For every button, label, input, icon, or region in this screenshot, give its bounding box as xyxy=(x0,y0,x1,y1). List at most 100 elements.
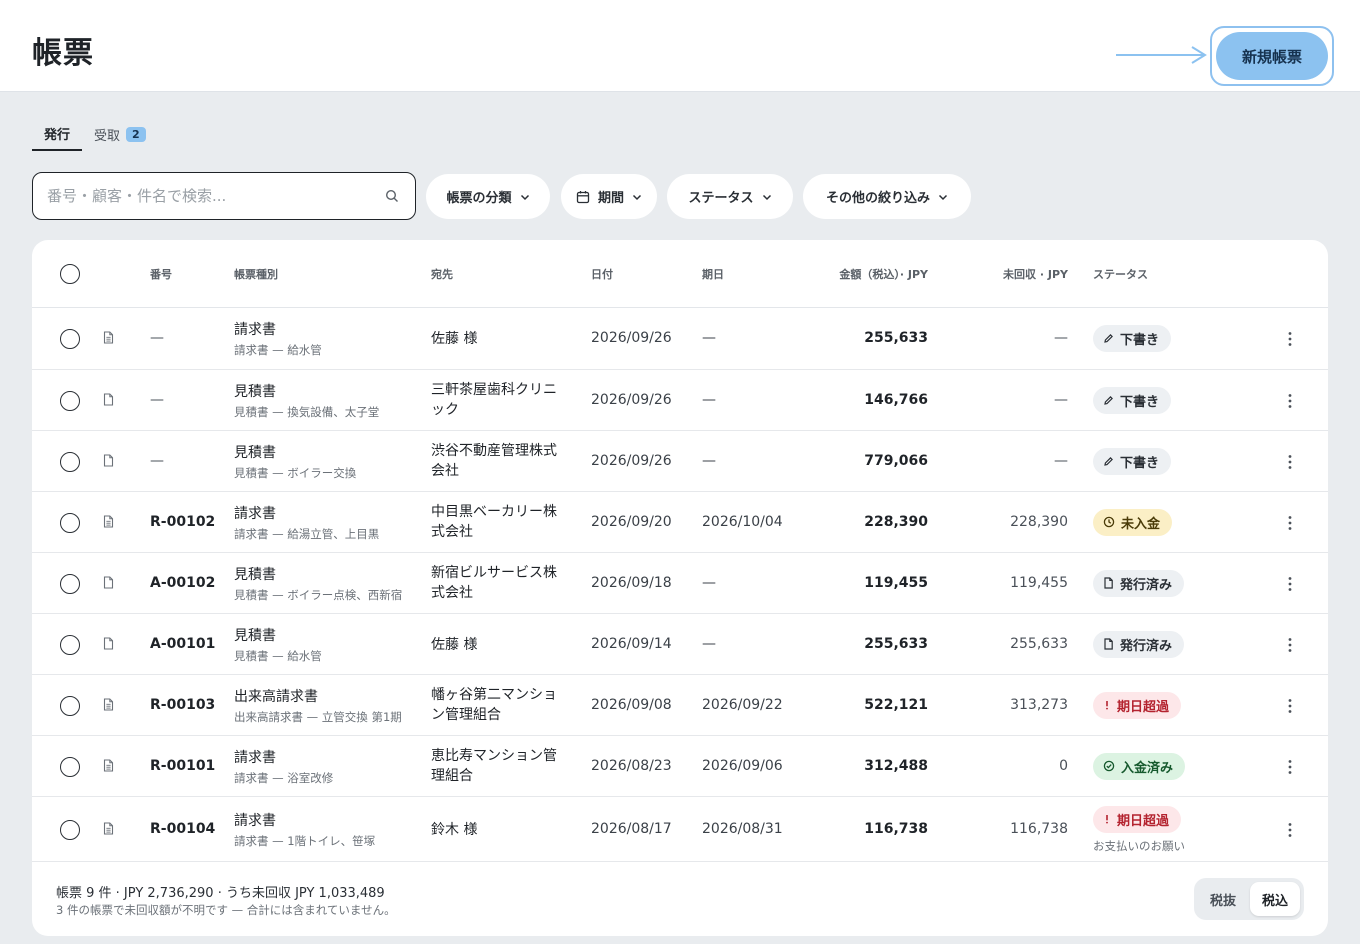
table-row[interactable]: — 請求書 請求書 — 給水管 佐藤 様 2026/09/26 — 255,633 — 下書き xyxy=(32,308,1328,370)
more-options-icon[interactable] xyxy=(1288,759,1292,775)
document-subtitle: 請求書 — 給湯立管、上目黒 xyxy=(234,526,380,541)
search-icon[interactable] xyxy=(385,189,399,203)
more-options-icon[interactable] xyxy=(1288,454,1292,470)
status-label: 発行済み xyxy=(1120,577,1173,593)
table-row[interactable]: — 見積書 見積書 — 換気設備、太子堂 三軒茶屋歯科クリニック 2026/09/26 —… xyxy=(32,370,1328,431)
document-number[interactable]: R-00101 xyxy=(150,758,215,774)
select-all-checkbox[interactable] xyxy=(60,264,80,284)
row-checkbox[interactable] xyxy=(60,634,80,655)
column-recipient[interactable]: 宛先 xyxy=(431,266,453,282)
document-number[interactable]: R-00103 xyxy=(150,697,215,713)
table-row[interactable]: R-00104 請求書 請求書 — 1階トイレ、笹塚 鈴木 様 2026/08/17 20… xyxy=(32,797,1328,862)
row-checkbox[interactable] xyxy=(60,695,80,716)
row-checkbox[interactable] xyxy=(60,329,80,349)
tax-included-option[interactable]: 税込 xyxy=(1250,882,1300,916)
filter-label: 帳票の分類 xyxy=(446,191,512,206)
document-icon xyxy=(103,821,114,835)
document-type-label: 請求書 xyxy=(234,322,276,338)
status-cell: 下書き xyxy=(1093,325,1172,352)
recipient: 佐藤 様 xyxy=(431,331,478,347)
document-number[interactable]: A-00101 xyxy=(150,636,215,652)
more-options-icon[interactable] xyxy=(1288,576,1292,592)
filter-document-type[interactable]: 帳票の分類 xyxy=(426,174,550,219)
tab-issued[interactable]: 発行 xyxy=(32,118,83,151)
more-options-icon[interactable] xyxy=(1288,393,1292,409)
unpaid-amount: 313,273 xyxy=(1010,696,1068,713)
document-number[interactable]: R-00104 xyxy=(150,821,215,837)
row-checkbox[interactable] xyxy=(60,573,80,594)
new-document-button[interactable]: 新規帳票 xyxy=(1216,32,1328,80)
column-number[interactable]: 番号 xyxy=(150,266,172,282)
chevron-down-icon xyxy=(762,194,771,200)
document-number[interactable]: — xyxy=(150,453,164,469)
more-options-icon[interactable] xyxy=(1288,822,1292,838)
row-checkbox[interactable] xyxy=(60,451,80,472)
document-number[interactable]: R-00102 xyxy=(150,514,215,530)
unpaid-amount: 116,738 xyxy=(1010,820,1068,837)
document-number[interactable]: — xyxy=(150,392,164,408)
documents-table-card: 番号 帳票種別 宛先 日付 期日 金額（税込）· JPY 未回収 · JPY ス… xyxy=(32,240,1328,936)
due-date: 2026/10/04 xyxy=(702,513,783,530)
table-row[interactable]: A-00101 見積書 見積書 — 給水管 佐藤 様 2026/09/14 — 255,63… xyxy=(32,614,1328,675)
calendar-icon xyxy=(576,190,590,203)
filter-label: 期間 xyxy=(597,191,624,206)
row-checkbox[interactable] xyxy=(60,819,80,840)
due-date: — xyxy=(702,452,716,469)
column-status[interactable]: ステータス xyxy=(1093,266,1148,282)
issue-date: 2026/09/14 xyxy=(591,635,672,652)
more-options-icon[interactable] xyxy=(1288,637,1292,653)
amount: 522,121 xyxy=(864,696,928,713)
recipient: 恵比寿マンション管理組合 xyxy=(431,747,557,784)
filter-period[interactable]: 期間 xyxy=(561,174,657,219)
column-type[interactable]: 帳票種別 xyxy=(234,266,278,282)
more-options-icon[interactable] xyxy=(1288,515,1292,531)
document-subtitle: 見積書 — 給水管 xyxy=(234,648,322,663)
filter-status[interactable]: ステータス xyxy=(667,174,793,219)
table-header: 番号 帳票種別 宛先 日付 期日 金額（税込）· JPY 未回収 · JPY ス… xyxy=(32,240,1328,308)
status-note: お支払いのお願い xyxy=(1093,838,1185,853)
document-subtitle: 見積書 — ボイラー点検、西新宿 xyxy=(234,587,403,602)
row-checkbox[interactable] xyxy=(60,512,80,533)
status-cell: 下書き xyxy=(1093,386,1172,414)
table-row[interactable]: R-00102 請求書 請求書 — 給湯立管、上目黒 中目黒ベーカリー株式会社 2026… xyxy=(32,492,1328,553)
document-type: 請求書 請求書 — 給水管 xyxy=(234,319,322,358)
status-label: 下書き xyxy=(1120,394,1160,410)
unpaid-amount: 255,633 xyxy=(1010,635,1068,652)
search-input[interactable] xyxy=(47,173,377,218)
status-label: 下書き xyxy=(1120,455,1160,471)
document-icon xyxy=(1104,577,1113,589)
unpaid-amount: — xyxy=(1054,391,1068,408)
column-unpaid[interactable]: 未回収 · JPY xyxy=(928,266,1068,282)
recipient: 三軒茶屋歯科クリニック xyxy=(431,381,557,418)
due-date: — xyxy=(702,574,716,591)
issue-date: 2026/09/26 xyxy=(591,452,672,469)
chevron-down-icon xyxy=(938,194,948,200)
document-subtitle: 見積書 — 換気設備、太子堂 xyxy=(234,404,380,419)
table-row[interactable]: A-00102 見積書 見積書 — ボイラー点検、西新宿 新宿ビルサービス株式会社 20… xyxy=(32,553,1328,614)
column-due[interactable]: 期日 xyxy=(702,266,724,282)
row-checkbox[interactable] xyxy=(60,756,80,777)
due-date: — xyxy=(702,391,716,408)
row-checkbox[interactable] xyxy=(60,390,80,411)
unpaid-amount: 228,390 xyxy=(1010,513,1068,530)
column-date[interactable]: 日付 xyxy=(591,266,613,282)
document-subtitle: 見積書 — ボイラー交換 xyxy=(234,465,357,480)
status-cell: 未入金 xyxy=(1093,508,1173,536)
amount: 255,633 xyxy=(864,330,928,346)
table-row[interactable]: R-00101 請求書 請求書 — 浴室改修 恵比寿マンション管理組合 2026/08/… xyxy=(32,736,1328,797)
tab-received[interactable]: 受取 2 xyxy=(82,118,158,151)
document-number[interactable]: A-00102 xyxy=(150,575,215,591)
table-row[interactable]: R-00103 出来高請求書 出来高請求書 — 立管交換 第1期 幡ヶ谷第二マンション… xyxy=(32,675,1328,736)
tax-excluded-option[interactable]: 税抜 xyxy=(1198,882,1248,916)
status-label: 未入金 xyxy=(1121,516,1161,532)
document-number[interactable]: — xyxy=(150,330,164,346)
status-badge: 発行済み xyxy=(1093,569,1185,597)
exclamation-icon xyxy=(1106,701,1108,710)
column-amount[interactable]: 金額（税込）· JPY xyxy=(788,266,928,282)
table-row[interactable]: — 見積書 見積書 — ボイラー交換 渋谷不動産管理株式会社 2026/09/26 — 77… xyxy=(32,431,1328,492)
filter-more[interactable]: その他の絞り込み xyxy=(803,174,971,219)
due-date: 2026/09/06 xyxy=(702,757,783,774)
due-date: — xyxy=(702,635,716,652)
more-options-icon[interactable] xyxy=(1288,698,1292,714)
more-options-icon[interactable] xyxy=(1288,331,1292,347)
